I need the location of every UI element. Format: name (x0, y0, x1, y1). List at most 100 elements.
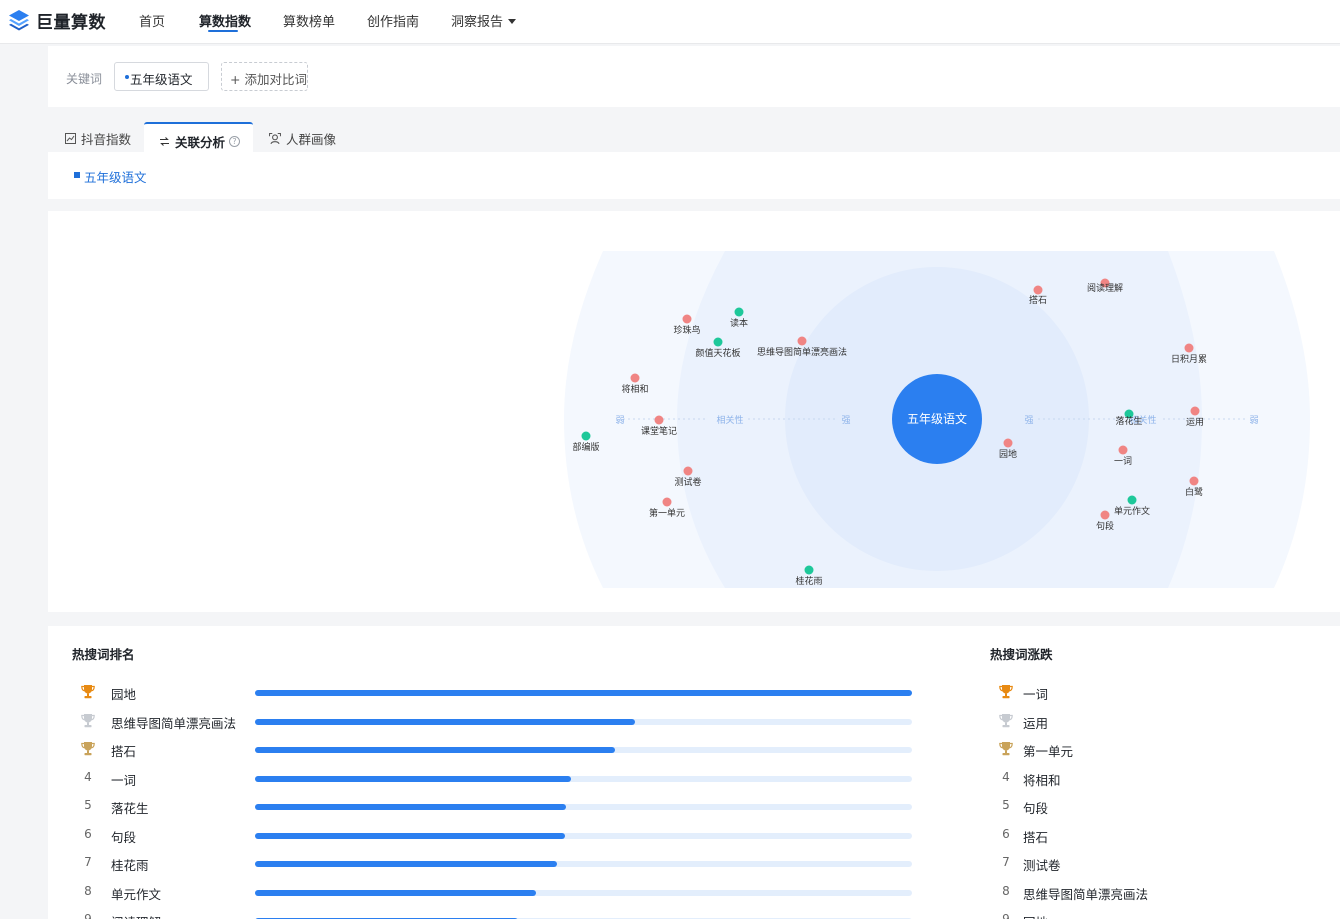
graph-node-label: 白鹭 (1185, 486, 1203, 498)
hot-rank-keyword: 落花生 (111, 801, 149, 816)
hot-rise-keyword: 测试卷 (1023, 858, 1061, 873)
help-icon[interactable]: ? (229, 135, 241, 147)
rank-number: 6 (1002, 826, 1010, 841)
graph-node-label: 珍珠鸟 (673, 324, 700, 336)
graph-node-dot (630, 373, 640, 383)
graph-node-label: 测试卷 (674, 476, 701, 488)
graph-node-label: 将相和 (621, 383, 648, 395)
graph-node-label: 课堂笔记 (641, 425, 677, 437)
axis-strong-left: 强 (841, 415, 850, 426)
hot-rank-row[interactable]: 7 桂花雨 (78, 855, 938, 875)
rank-number: 7 (84, 855, 92, 869)
hot-rank-bar (255, 690, 912, 696)
hot-rise-row[interactable]: 5 句段 (996, 798, 1296, 818)
hot-rank-bar-fill (255, 718, 635, 725)
hot-rise-row[interactable]: 7 测试卷 (996, 855, 1296, 875)
hot-rank-row[interactable]: 5 落花生 (78, 798, 938, 818)
rank-number: 6 (84, 826, 92, 841)
hot-rank-row[interactable]: 6 句段 (78, 827, 938, 847)
hot-rank-bar (255, 718, 912, 725)
hot-rise-keyword: 将相和 (1023, 772, 1061, 788)
hot-rise-keyword: 园地 (1023, 912, 1048, 919)
graph-node-label: 第一单元 (649, 507, 685, 519)
hot-rank-keyword: 阅读理解 (111, 912, 161, 919)
add-compare-keyword-button[interactable]: + 添加对比词 (221, 62, 308, 91)
hot-search-panel: 热搜词排名 热搜词涨跌 园地 思维导图简单漂亮画法 搭石 4 一词 5 落花生 6 句段 7 桂花雨… (48, 626, 1340, 919)
axis-strong-right: 强 (1024, 415, 1033, 426)
graph-node-label: 桂花雨 (795, 575, 822, 587)
hot-rank-bar (255, 861, 912, 867)
nav-creation-guide[interactable]: 创作指南 (367, 11, 419, 30)
hot-rise-keyword: 一词 (1023, 687, 1049, 702)
graph-node-dot (682, 314, 692, 324)
keyword-color-dot (125, 75, 129, 79)
keyword-label: 关键词 (66, 72, 103, 86)
tab-douyin-index[interactable]: 抖音指数 (65, 129, 131, 148)
relation-graph: 弱 相关性 强 强 相关性 弱 五年级语文 搭石阅读理解读本珍珠鸟颜值天花板 思维… (564, 251, 1310, 588)
rank-number: 9 (84, 912, 92, 919)
trophy-icon (999, 713, 1013, 727)
hot-rank-row[interactable]: 9 阅读理解 (78, 912, 938, 919)
rank-number: 5 (1002, 798, 1010, 812)
hot-rank-row[interactable]: 8 单元作文 (78, 884, 938, 904)
graph-node-label: 颜值天花板 (695, 347, 740, 359)
legend-keyword[interactable]: 五年级语文 (84, 167, 147, 186)
hot-rank-bar (255, 775, 912, 782)
rank-number: 5 (84, 798, 92, 812)
rank-number: 9 (1002, 912, 1010, 919)
keyword-chip-text: 五年级语文 (130, 72, 193, 87)
app-logo[interactable]: 巨量算数 (8, 8, 106, 33)
hot-rise-row[interactable]: 一词 (996, 684, 1296, 704)
graph-node-label: 阅读理解 (1087, 282, 1123, 294)
chart-icon (65, 133, 76, 144)
nav-active-indicator (208, 30, 238, 32)
rank-number: 4 (1002, 769, 1010, 784)
nav-ranking[interactable]: 算数榜单 (283, 11, 335, 30)
graph-node-label: 搭石 (1029, 294, 1047, 306)
nav-home[interactable]: 首页 (139, 11, 165, 30)
hot-rise-row[interactable]: 4 将相和 (996, 770, 1296, 790)
keyword-chip[interactable]: 五年级语文 (114, 62, 209, 91)
hot-rank-row[interactable]: 4 一词 (78, 770, 938, 790)
graph-node-dot (683, 466, 693, 476)
hot-rise-row[interactable]: 9 园地 (996, 912, 1296, 919)
hot-rank-row[interactable]: 思维导图简单漂亮画法 (78, 713, 938, 733)
graph-node-dot (1118, 445, 1128, 455)
graph-node-dot (734, 307, 744, 317)
graph-node-dot (1127, 495, 1137, 505)
hot-rank-keyword: 园地 (111, 687, 137, 702)
chevron-down-icon (508, 19, 517, 24)
graph-legend-panel: 五年级语文 (48, 152, 1340, 199)
hot-rise-title: 热搜词涨跌 (990, 647, 1053, 662)
nav-index[interactable]: 算数指数 (199, 11, 251, 30)
graph-node-dot (797, 336, 807, 346)
hot-rise-row[interactable]: 第一单元 (996, 741, 1296, 761)
trophy-icon (81, 713, 95, 727)
hot-rank-bar-fill (255, 690, 912, 696)
hot-rise-keyword: 句段 (1023, 801, 1049, 816)
hot-rank-bar-fill (255, 889, 537, 896)
rank-number: 4 (84, 769, 92, 784)
center-node[interactable]: 五年级语文 (892, 374, 982, 464)
hot-rise-row[interactable]: 6 搭石 (996, 827, 1296, 847)
axis-relevance-left: 相关性 (716, 414, 743, 426)
graph-node-dot (1033, 285, 1043, 295)
graph-node-dot (1189, 476, 1199, 486)
graph-node-label: 思维导图简单漂亮画法 (757, 346, 847, 358)
hot-rank-row[interactable]: 园地 (78, 684, 938, 704)
trophy-icon (999, 742, 1013, 756)
tab-audience-portrait[interactable]: 人群画像 (269, 129, 336, 148)
rank-number: 7 (1002, 855, 1010, 869)
tab-audience-portrait-label: 人群画像 (286, 132, 337, 147)
nav-insight-report[interactable]: 洞察报告 (451, 11, 517, 30)
hot-rise-row[interactable]: 8 思维导图简单漂亮画法 (996, 884, 1296, 904)
trophy-icon (81, 685, 95, 699)
hot-rank-row[interactable]: 搭石 (78, 741, 938, 761)
user-icon (269, 132, 281, 144)
trophy-icon (999, 685, 1013, 699)
hot-rise-row[interactable]: 运用 (996, 713, 1296, 733)
app-name: 巨量算数 (36, 12, 106, 33)
tab-relation-analysis[interactable]: 关联分析 ? (144, 122, 253, 152)
link-icon (160, 136, 169, 146)
hot-rank-bar (255, 889, 912, 896)
